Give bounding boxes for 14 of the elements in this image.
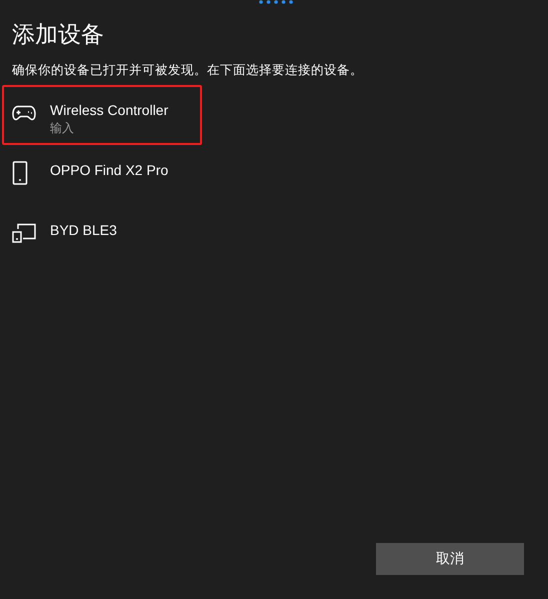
progress-dots-icon	[259, 0, 293, 4]
device-type: 输入	[50, 120, 75, 137]
device-name: OPPO Find X2 Pro	[50, 161, 168, 179]
device-name: Wireless Controller	[50, 101, 168, 119]
phone-icon	[12, 161, 28, 185]
dialog-title: 添加设备	[12, 21, 105, 50]
device-item[interactable]: Wireless Controller 输入	[2, 85, 202, 145]
instruction-text: 确保你的设备已打开并可被发现。在下面选择要连接的设备。	[12, 61, 364, 79]
device-name: BYD BLE3	[50, 221, 117, 239]
cancel-button[interactable]: 取消	[376, 543, 524, 575]
device-item[interactable]: BYD BLE3	[2, 205, 202, 265]
device-item[interactable]: OPPO Find X2 Pro	[2, 145, 202, 205]
gamepad-icon	[12, 105, 36, 121]
display-device-icon	[12, 223, 36, 243]
